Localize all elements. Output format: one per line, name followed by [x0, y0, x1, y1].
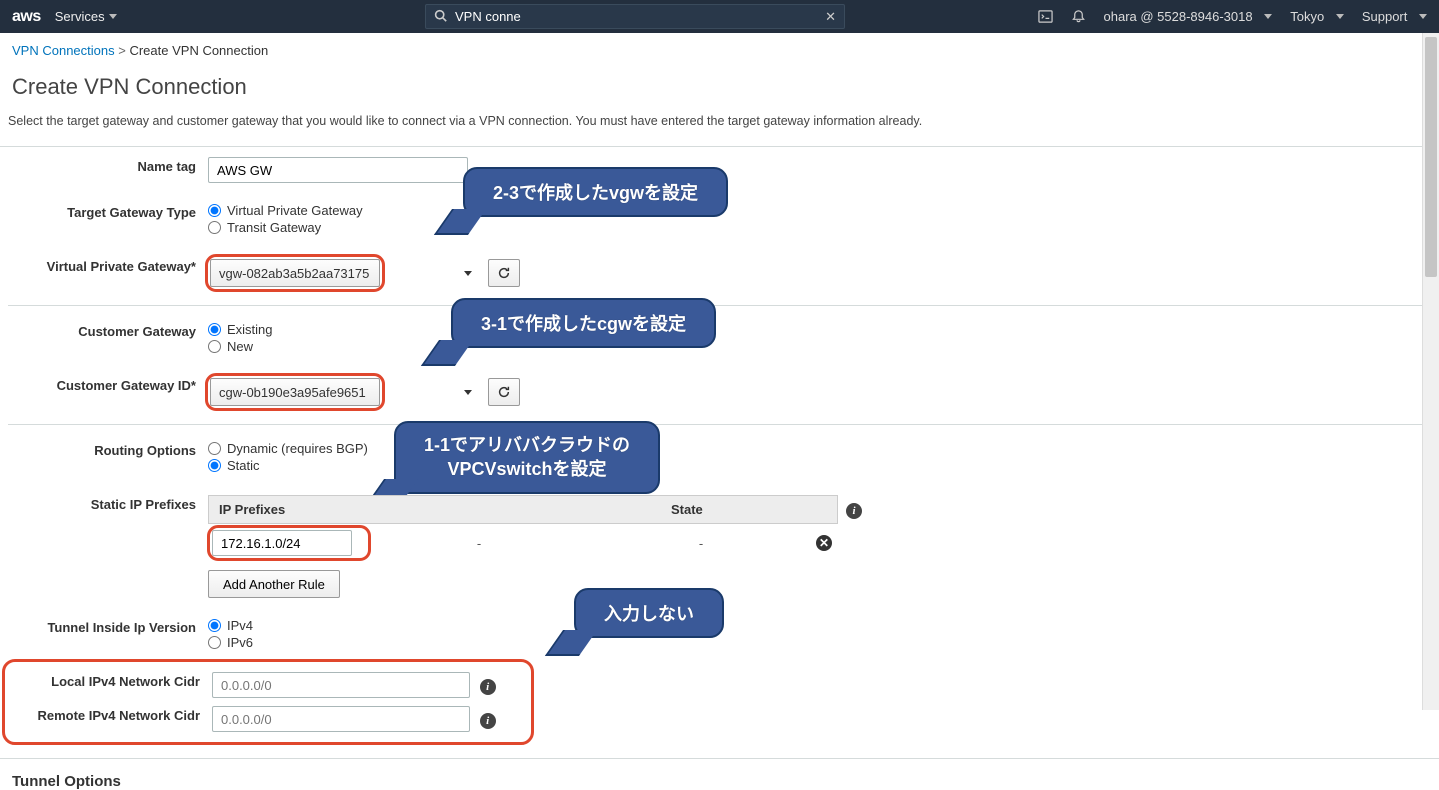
- services-menu[interactable]: Services: [55, 9, 117, 24]
- local-ipv4-cidr-label: Local IPv4 Network Cidr: [9, 672, 212, 689]
- static-prefix-table: IP Prefixes Source State i - - ✕: [208, 495, 838, 562]
- caret-down-icon[interactable]: [464, 390, 472, 395]
- local-ipv4-cidr-input[interactable]: [212, 672, 470, 698]
- routing-static-radio[interactable]: Static: [208, 458, 1431, 473]
- global-search[interactable]: ✕: [425, 4, 845, 29]
- info-icon[interactable]: i: [480, 679, 496, 695]
- name-tag-input[interactable]: [208, 157, 468, 183]
- caret-down-icon[interactable]: [464, 271, 472, 276]
- routing-options-label: Routing Options: [8, 441, 208, 458]
- support-menu[interactable]: Support: [1362, 9, 1427, 24]
- target-gateway-tgw-radio[interactable]: Transit Gateway: [208, 220, 1431, 235]
- caret-down-icon: [1336, 14, 1344, 19]
- customer-gateway-id-label: Customer Gateway ID*: [8, 376, 208, 393]
- virtual-private-gateway-label: Virtual Private Gateway*: [8, 257, 208, 274]
- search-clear-icon[interactable]: ✕: [825, 9, 836, 25]
- caret-down-icon: [1264, 14, 1272, 19]
- prefix-source-cell: -: [368, 536, 590, 551]
- prefix-header-ip: IP Prefixes: [219, 502, 539, 517]
- page-description: Select the target gateway and customer g…: [0, 114, 1439, 147]
- customer-gateway-label: Customer Gateway: [8, 322, 208, 339]
- customer-gateway-id-dropdown[interactable]: cgw-0b190e3a95afe9651: [210, 378, 380, 406]
- customer-gateway-new-radio[interactable]: New: [208, 339, 1431, 354]
- customer-gateway-existing-radio[interactable]: Existing: [208, 322, 1431, 337]
- caret-down-icon: [1419, 14, 1427, 19]
- annotation-cgw: 3-1で作成したcgwを設定: [451, 298, 716, 348]
- info-icon[interactable]: i: [846, 503, 862, 519]
- tunnel-options-heading: Tunnel Options: [0, 758, 1439, 790]
- page-title: Create VPN Connection: [0, 68, 1439, 114]
- breadcrumb: VPN Connections > Create VPN Connection: [0, 33, 1439, 68]
- static-ip-prefixes-label: Static IP Prefixes: [8, 495, 208, 512]
- target-gateway-vpg-radio[interactable]: Virtual Private Gateway: [208, 203, 1431, 218]
- notifications-icon[interactable]: [1071, 9, 1086, 24]
- prefix-cidr-input[interactable]: [212, 530, 352, 556]
- vpg-refresh-button[interactable]: [488, 259, 520, 287]
- top-nav: aws Services ✕ ohara @ 5528-8946-3018 To…: [0, 0, 1439, 33]
- account-menu[interactable]: ohara @ 5528-8946-3018: [1104, 9, 1273, 24]
- remove-prefix-icon[interactable]: ✕: [816, 535, 832, 551]
- search-input[interactable]: [455, 9, 817, 24]
- prefix-row: - - ✕: [208, 524, 838, 562]
- target-gateway-type-label: Target Gateway Type: [8, 203, 208, 220]
- cgw-refresh-button[interactable]: [488, 378, 520, 406]
- remote-ipv4-cidr-label: Remote IPv4 Network Cidr: [9, 706, 212, 723]
- annotation-vgw: 2-3で作成したvgwを設定: [463, 167, 728, 217]
- search-icon: [434, 9, 447, 25]
- vertical-scrollbar[interactable]: [1422, 33, 1439, 710]
- tunnel-inside-ip-version-label: Tunnel Inside Ip Version: [8, 618, 208, 635]
- breadcrumb-root[interactable]: VPN Connections: [12, 43, 115, 58]
- region-menu[interactable]: Tokyo: [1290, 9, 1344, 24]
- breadcrumb-leaf: Create VPN Connection: [129, 43, 268, 58]
- aws-logo[interactable]: aws: [12, 8, 41, 26]
- virtual-private-gateway-dropdown[interactable]: vgw-082ab3a5b2aa73175: [210, 259, 380, 287]
- routing-dynamic-radio[interactable]: Dynamic (requires BGP): [208, 441, 1431, 456]
- name-tag-label: Name tag: [8, 157, 208, 174]
- annotation-vswitch: 1-1でアリババクラウドのVPCVswitchを設定: [394, 421, 660, 494]
- ipv6-radio[interactable]: IPv6: [208, 635, 1431, 650]
- add-another-rule-button[interactable]: Add Another Rule: [208, 570, 340, 598]
- prefix-state-cell: -: [590, 536, 812, 551]
- caret-down-icon: [109, 14, 117, 19]
- ipv4-radio[interactable]: IPv4: [208, 618, 1431, 633]
- prefix-header-state: State: [671, 502, 803, 517]
- info-icon[interactable]: i: [480, 713, 496, 729]
- cloudshell-icon[interactable]: [1038, 9, 1053, 24]
